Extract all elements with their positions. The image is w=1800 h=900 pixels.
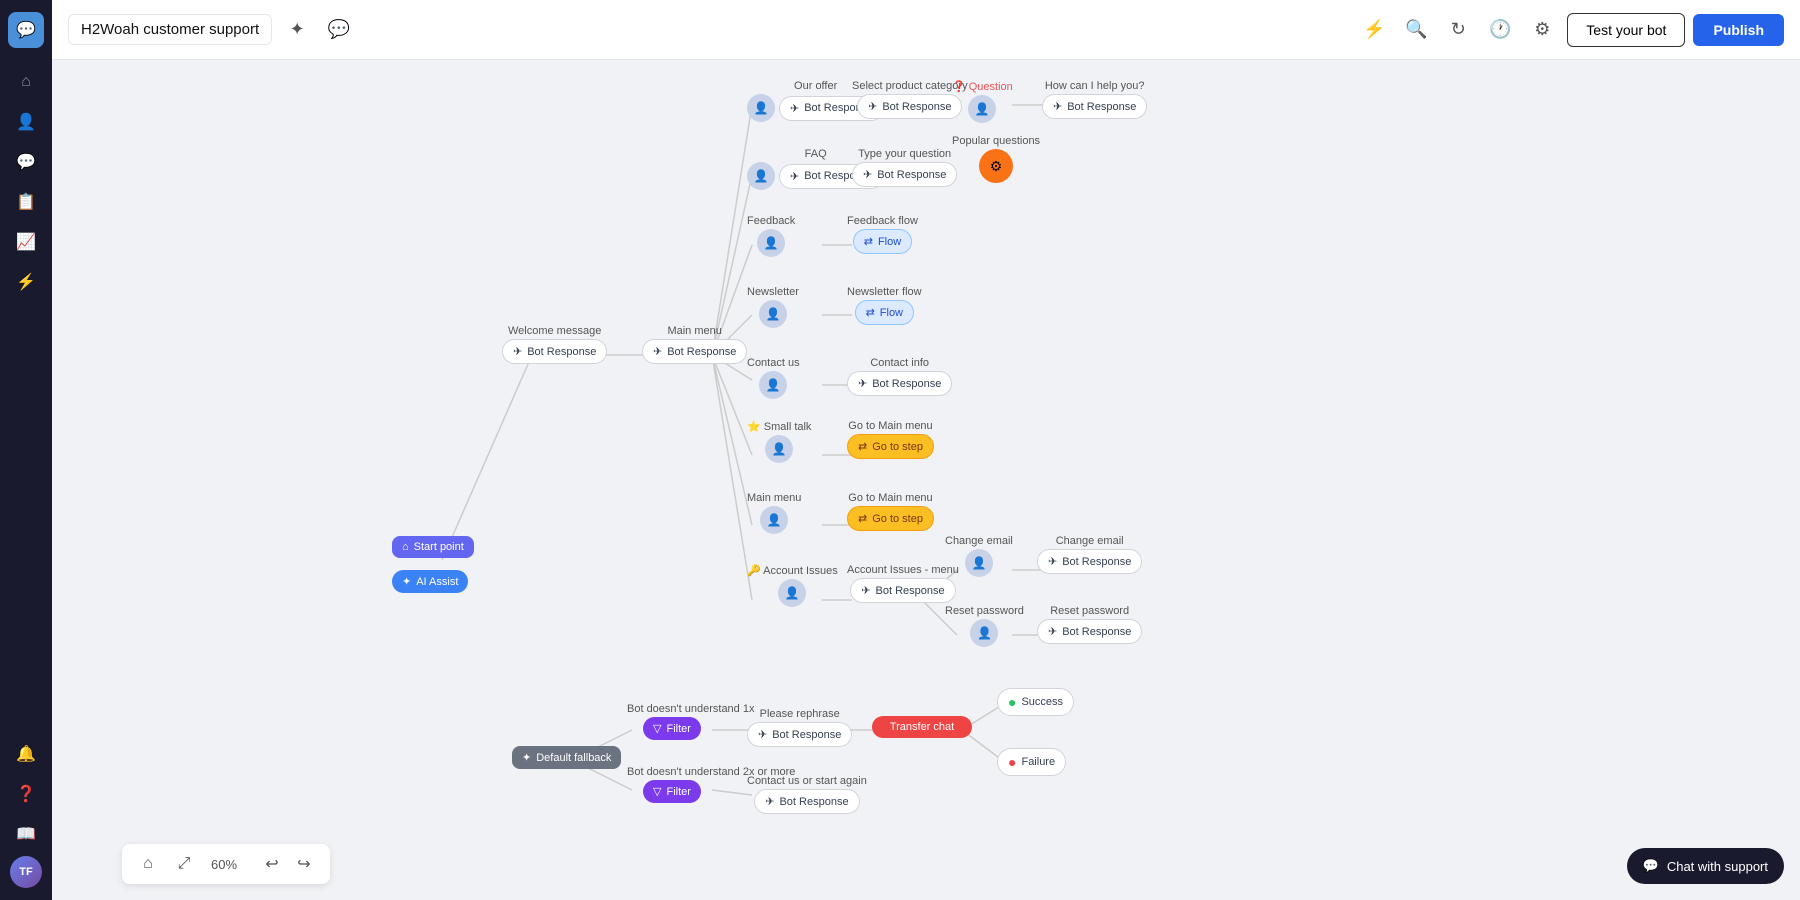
filter-2-node[interactable]: Bot doesn't understand 2x or more ▽Filte… xyxy=(627,766,717,803)
select-product-node[interactable]: Select product category ✈Bot Response xyxy=(852,80,968,119)
failure-node[interactable]: ●Failure xyxy=(997,748,1066,776)
popular-questions-icon[interactable]: ⚙ xyxy=(979,149,1013,183)
transfer-chat-node[interactable]: Transfer chat xyxy=(872,716,972,738)
zoom-nav: ↩ ↪ xyxy=(258,850,318,878)
newsletter-node[interactable]: Newsletter 👤 xyxy=(747,286,799,328)
main-content: H2Woah customer support ✦ 💬 ⚡ 🔍 ↻ 🕐 ⚙ Te… xyxy=(52,0,1800,900)
sidebar-item-learn[interactable]: 📖 xyxy=(8,816,44,852)
fullscreen-button[interactable]: ⤢ xyxy=(170,850,198,878)
chat-icon-button[interactable]: 💬 xyxy=(322,13,356,47)
welcome-message-node[interactable]: Welcome message ✈Bot Response xyxy=(502,325,607,364)
fit-view-button[interactable]: ⌂ xyxy=(134,850,162,878)
sidebar-item-conversations[interactable]: 💬 xyxy=(8,144,44,180)
change-email-resp-node[interactable]: Change email ✈Bot Response xyxy=(1037,535,1142,574)
sidebar-item-reports[interactable]: 📋 xyxy=(8,184,44,220)
newsletter-icon: 👤 xyxy=(759,300,787,328)
type-question-node[interactable]: Type your question ✈Bot Response xyxy=(852,148,957,187)
chat-support-label: Chat with support xyxy=(1667,859,1768,874)
zoom-level: 60% xyxy=(206,857,242,872)
lightning-button[interactable]: ⚡ xyxy=(1357,13,1391,47)
small-talk-icon: 👤 xyxy=(765,435,793,463)
small-talk-node[interactable]: ⭐ Small talk 👤 xyxy=(747,420,811,463)
chat-support-button[interactable]: 💬 Chat with support xyxy=(1627,848,1784,884)
main-menu-node[interactable]: Main menu ✈Bot Response xyxy=(642,325,747,364)
go-to-main-menu-2-node[interactable]: Go to Main menu ⇄Go to step xyxy=(847,492,934,531)
ai-assist-node[interactable]: ✦ AI Assist xyxy=(392,570,468,593)
undo-button[interactable]: ↩ xyxy=(258,850,286,878)
please-rephrase-node[interactable]: Please rephrase ✈Bot Response xyxy=(747,708,852,747)
contact-us-node[interactable]: Contact us 👤 xyxy=(747,357,800,399)
question-node[interactable]: ❓ Question 👤 xyxy=(952,80,1013,123)
refresh-button[interactable]: ↻ xyxy=(1441,13,1475,47)
account-issues-icon: 👤 xyxy=(778,579,806,607)
contact-info-node[interactable]: Contact info ✈Bot Response xyxy=(847,357,952,396)
redo-button[interactable]: ↪ xyxy=(290,850,318,878)
sidebar-item-integrations[interactable]: ⚡ xyxy=(8,264,44,300)
sidebar-logo: 💬 xyxy=(8,12,44,48)
sidebar-item-users[interactable]: 👤 xyxy=(8,104,44,140)
default-fallback-node[interactable]: ✦Default fallback xyxy=(512,746,621,769)
account-issues-menu-node[interactable]: Account Issues - menu ✈Bot Response xyxy=(847,564,959,603)
chat-support-icon: 💬 xyxy=(1643,858,1659,874)
search-button[interactable]: 🔍 xyxy=(1399,13,1433,47)
how-can-help-node[interactable]: How can I help you? ✈Bot Response xyxy=(1042,80,1147,119)
test-bot-button[interactable]: Test your bot xyxy=(1567,13,1685,47)
ai-assist-box[interactable]: ✦ AI Assist xyxy=(392,570,468,593)
sidebar-item-dashboard[interactable]: ⌂ xyxy=(8,64,44,100)
history-button[interactable]: 🕐 xyxy=(1483,13,1517,47)
main-menu-icon: 👤 xyxy=(760,506,788,534)
feedback-icon: 👤 xyxy=(757,229,785,257)
success-node[interactable]: ●Success xyxy=(997,688,1074,716)
flow-canvas: ⌂ Start point ✦ AI Assist Welcome messag… xyxy=(52,60,1800,900)
topbar-right: ⚡ 🔍 ↻ 🕐 ⚙ Test your bot Publish xyxy=(1357,13,1784,47)
our-offer-icon: 👤 xyxy=(747,94,775,122)
contact-us-icon: 👤 xyxy=(759,371,787,399)
bot-title[interactable]: H2Woah customer support xyxy=(68,14,272,45)
change-email-node[interactable]: Change email 👤 xyxy=(945,535,1013,577)
sidebar-item-help[interactable]: ❓ xyxy=(8,776,44,812)
start-point-box[interactable]: ⌂ Start point xyxy=(392,536,474,558)
go-to-main-menu-1-node[interactable]: Go to Main menu ⇄Go to step xyxy=(847,420,934,459)
faq-icon: 👤 xyxy=(747,162,775,190)
start-point-node[interactable]: ⌂ Start point xyxy=(392,536,474,558)
reset-password-node[interactable]: Reset password 👤 xyxy=(945,605,1024,647)
bottombar: ⌂ ⤢ 60% ↩ ↪ xyxy=(122,844,330,884)
sidebar-item-notifications[interactable]: 🔔 xyxy=(8,736,44,772)
reset-password-icon: 👤 xyxy=(970,619,998,647)
contact-start-again-node[interactable]: Contact us or start again ✈Bot Response xyxy=(747,775,867,814)
avatar[interactable]: TF xyxy=(10,856,42,888)
question-icon: 👤 xyxy=(968,95,996,123)
main-menu-flow-node[interactable]: Main menu 👤 xyxy=(747,492,801,534)
newsletter-flow-node[interactable]: Newsletter flow ⇄Flow xyxy=(847,286,922,325)
feedback-node[interactable]: Feedback 👤 xyxy=(747,215,795,257)
topbar: H2Woah customer support ✦ 💬 ⚡ 🔍 ↻ 🕐 ⚙ Te… xyxy=(52,0,1800,60)
publish-button[interactable]: Publish xyxy=(1693,14,1784,46)
account-issues-node[interactable]: 🔑 Account Issues 👤 xyxy=(747,564,838,607)
change-email-icon: 👤 xyxy=(965,549,993,577)
filter-1-node[interactable]: Bot doesn't understand 1x ▽Filter xyxy=(627,703,717,740)
magic-button[interactable]: ✦ xyxy=(280,13,314,47)
sidebar: 💬 ⌂ 👤 💬 📋 📈 ⚡ 🔔 ❓ 📖 TF xyxy=(0,0,52,900)
sidebar-item-analytics[interactable]: 📈 xyxy=(8,224,44,260)
settings-button[interactable]: ⚙ xyxy=(1525,13,1559,47)
reset-password-resp-node[interactable]: Reset password ✈Bot Response xyxy=(1037,605,1142,644)
feedback-flow-node[interactable]: Feedback flow ⇄Flow xyxy=(847,215,918,254)
popular-questions-node[interactable]: Popular questions ⚙ xyxy=(952,135,1040,183)
